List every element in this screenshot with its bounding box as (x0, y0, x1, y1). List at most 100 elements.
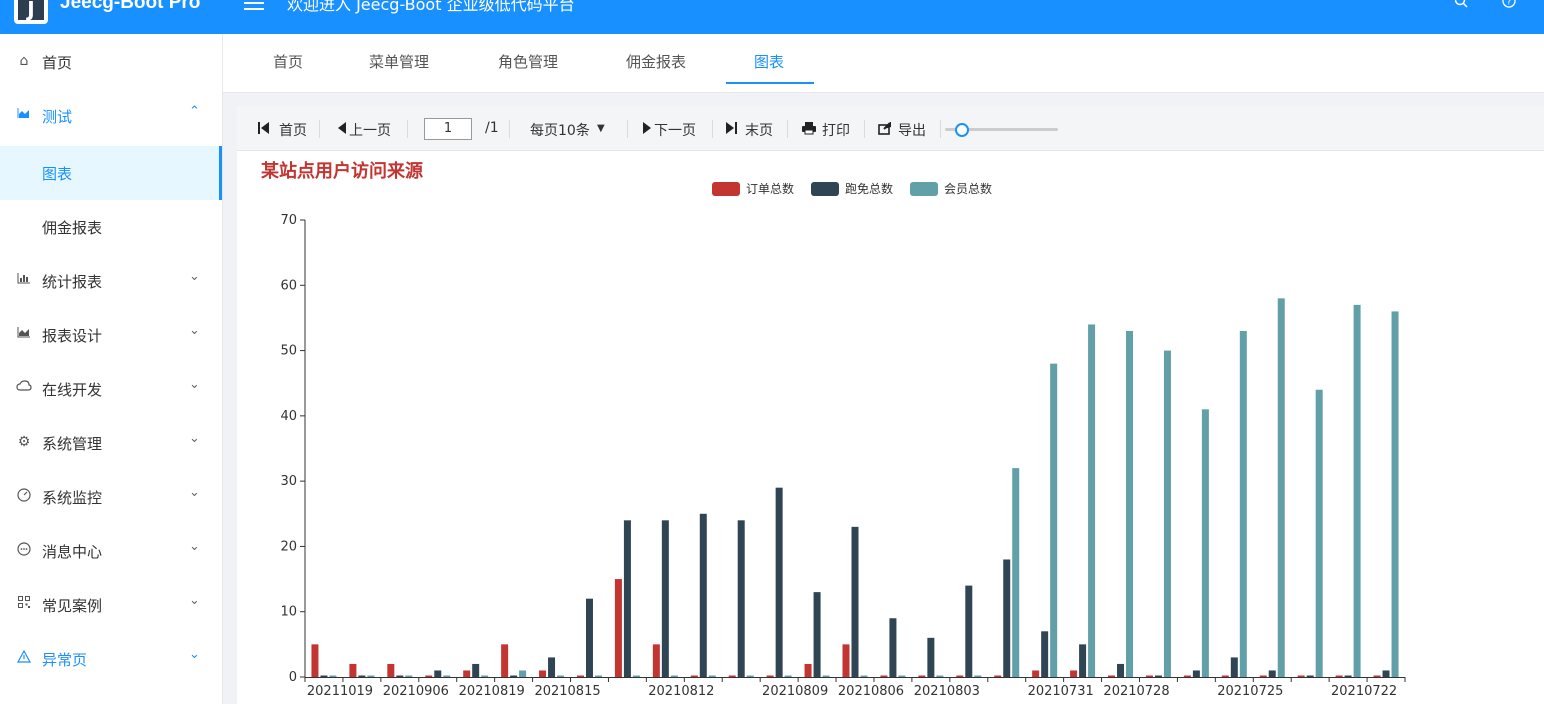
x-tick-label: 20210731 (1028, 684, 1094, 699)
y-tick-label: 20 (280, 539, 297, 554)
x-tick-label: 20210722 (1331, 684, 1397, 699)
bar-1-1 (358, 675, 366, 677)
bar-0-28 (1373, 675, 1381, 677)
bar-0-1 (349, 663, 357, 677)
bar-0-20 (1070, 670, 1078, 677)
bar-1-24 (1230, 657, 1238, 677)
bar-1-17 (965, 585, 973, 677)
bar-2-17 (974, 675, 982, 677)
bar-0-3 (425, 675, 433, 677)
bar-chart: 0 10 20 30 40 50 60 70 20211019 20210906 20210819 2… (280, 213, 1406, 699)
bar-1-18 (1003, 559, 1011, 677)
bar-1-11 (737, 520, 745, 677)
x-tick-label: 20210725 (1217, 684, 1283, 699)
bar-2-4 (481, 675, 489, 677)
bar-0-14 (842, 644, 850, 677)
bar-1-14 (851, 526, 859, 677)
bar-1-0 (320, 675, 328, 677)
bar-0-5 (501, 644, 509, 677)
x-tick-label: 20210803 (914, 684, 980, 699)
bar-2-10 (708, 675, 716, 677)
bar-0-0 (311, 644, 319, 677)
bar-0-8 (614, 579, 622, 677)
bar-1-12 (775, 487, 783, 677)
bar-2-11 (746, 675, 754, 677)
bar-2-19 (1050, 363, 1058, 677)
bar-1-16 (927, 637, 935, 677)
bar-2-9 (670, 675, 678, 677)
y-tick-label: 30 (280, 474, 297, 489)
bar-1-21 (1117, 663, 1125, 677)
bar-0-25 (1259, 675, 1267, 677)
bar-1-23 (1192, 670, 1200, 677)
bar-1-22 (1154, 675, 1162, 677)
bar-1-5 (510, 675, 518, 677)
bar-0-7 (576, 675, 584, 677)
bar-2-16 (936, 675, 944, 677)
bar-0-27 (1335, 675, 1343, 677)
bar-1-27 (1344, 675, 1352, 677)
bar-1-25 (1268, 670, 1276, 677)
bar-2-2 (405, 675, 413, 677)
bar-0-12 (766, 675, 774, 677)
bar-0-18 (994, 675, 1002, 677)
x-tick-label: 20210812 (648, 684, 714, 699)
bar-1-2 (396, 675, 404, 677)
x-tick-label: 20211019 (307, 684, 373, 699)
bar-2-27 (1353, 304, 1361, 677)
bar-1-28 (1382, 670, 1390, 677)
bar-0-17 (956, 675, 964, 677)
bar-2-3 (443, 675, 451, 677)
bar-0-16 (918, 675, 926, 677)
bar-2-21 (1126, 330, 1134, 677)
bar-2-15 (898, 675, 906, 677)
y-tick-label: 50 (280, 344, 297, 359)
bar-2-28 (1391, 311, 1399, 677)
bar-2-24 (1239, 330, 1247, 677)
bar-1-13 (813, 592, 821, 677)
x-tick-label: 20210815 (534, 684, 600, 699)
bar-1-8 (623, 520, 631, 677)
bar-1-9 (661, 520, 669, 677)
bar-1-7 (585, 598, 593, 677)
bar-0-9 (652, 644, 660, 677)
bar-2-20 (1088, 324, 1096, 677)
bar-1-10 (699, 513, 707, 677)
y-tick-label: 60 (280, 278, 297, 293)
bar-0-4 (463, 670, 471, 677)
bar-2-12 (784, 675, 792, 677)
y-tick-label: 0 (289, 670, 297, 685)
bar-0-11 (728, 675, 736, 677)
bar-1-3 (434, 670, 442, 677)
bar-1-26 (1306, 675, 1314, 677)
bar-0-23 (1183, 675, 1191, 677)
bar-2-22 (1163, 350, 1171, 677)
bar-0-2 (387, 663, 395, 677)
bar-1-15 (889, 618, 897, 677)
y-tick-label: 70 (280, 213, 297, 228)
bar-0-6 (539, 670, 547, 677)
bar-0-26 (1297, 675, 1305, 677)
bar-1-19 (1041, 631, 1049, 677)
bar-2-26 (1315, 389, 1323, 677)
bar-1-4 (472, 663, 480, 677)
bar-2-23 (1201, 409, 1209, 677)
bar-0-10 (690, 675, 698, 677)
bar-0-24 (1221, 675, 1229, 677)
x-tick-label: 20210806 (838, 684, 904, 699)
bar-2-5 (519, 670, 527, 677)
x-tick-label: 20210819 (459, 684, 525, 699)
bar-2-8 (632, 675, 640, 677)
bar-2-1 (367, 675, 375, 677)
bar-2-14 (860, 675, 868, 677)
bar-1-6 (548, 657, 556, 677)
x-tick-label: 20210906 (383, 684, 449, 699)
bar-0-22 (1145, 675, 1153, 677)
bar-0-15 (880, 675, 888, 677)
x-tick-label: 20210728 (1103, 684, 1169, 699)
bar-2-6 (557, 675, 565, 677)
bar-0-13 (804, 663, 812, 677)
bar-2-13 (822, 675, 830, 677)
bar-2-7 (594, 675, 602, 677)
x-tick-label: 20210809 (762, 684, 828, 699)
